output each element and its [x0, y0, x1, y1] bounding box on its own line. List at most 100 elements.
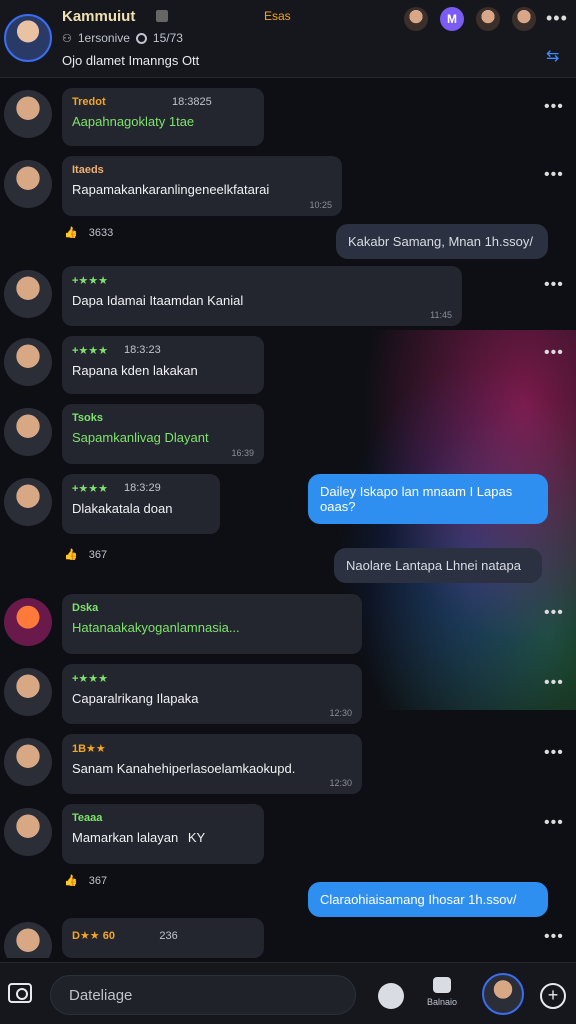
message-time: 18:3:23 [124, 344, 161, 356]
message-item[interactable]: Tredot 18:3825 Aapahnagoklaty 1tae ••• [0, 86, 576, 148]
sender-name[interactable]: +★★★ [72, 344, 254, 357]
sender-name[interactable]: Teaaa [72, 812, 254, 824]
thumbs-up-icon[interactable]: 👍 [64, 227, 78, 239]
sender-name[interactable]: 1B★★ [72, 742, 352, 755]
outgoing-message[interactable]: Naolare Lantapa Lhnei natapa [334, 548, 542, 583]
member-avatar[interactable] [476, 7, 500, 31]
message-options-icon[interactable]: ••• [544, 604, 564, 622]
message-bubble[interactable]: +★★★ Dapa Idamai Itaamdan Kanial 11:45 [62, 266, 462, 326]
sender-name[interactable]: Dska [72, 602, 352, 614]
message-item[interactable]: +★★★ Dapa Idamai Itaamdan Kanial 11:45 •… [0, 266, 576, 328]
message-bubble[interactable]: Tredot 18:3825 Aapahnagoklaty 1tae [62, 88, 264, 146]
add-icon[interactable]: + [540, 983, 566, 1009]
message-options-icon[interactable]: ••• [544, 814, 564, 832]
outgoing-message[interactable]: Kakabr Samang, Mnan 1h.ssoy/ [336, 224, 548, 259]
message-options-icon[interactable]: ••• [544, 344, 564, 362]
user-avatar[interactable] [4, 270, 52, 318]
reaction-bar[interactable]: 👍 3633 [64, 226, 113, 239]
reaction-bar[interactable]: 👍 367 [64, 548, 107, 561]
message-bubble[interactable]: Tsoks Sapamkanlivag Dlayant 16:39 [62, 404, 264, 464]
sender-name[interactable]: D★★ 60 [72, 930, 115, 942]
sender-name[interactable]: +★★★ [72, 274, 452, 287]
message-options-icon[interactable]: ••• [544, 744, 564, 762]
message-emoji-text: KY [187, 830, 206, 845]
message-item[interactable]: D★★ 60 236 ••• [0, 918, 576, 958]
message-time: 18:3:29 [124, 482, 161, 494]
message-bubble[interactable]: +★★★ 18:3:23 Rapana kden lakakan [62, 336, 264, 394]
thumbs-up-icon[interactable]: 👍 [64, 549, 78, 561]
filter-icon[interactable]: ⇆ [546, 46, 559, 66]
member-avatar[interactable] [512, 7, 536, 31]
group-avatar[interactable] [4, 14, 52, 62]
user-avatar[interactable] [4, 738, 52, 786]
message-stamp: 12:30 [329, 778, 352, 788]
message-text: Dapa Idamai Itaamdan Kanial [72, 293, 244, 308]
message-bubble[interactable]: +★★★ Caparalrikang Ilapaka 12:30 [62, 664, 362, 724]
message-time: 18:3825 [172, 96, 212, 108]
reaction-bar[interactable]: 👍 367 [64, 874, 107, 887]
user-avatar[interactable] [4, 808, 52, 856]
message-input[interactable]: Dateliage [50, 975, 356, 1015]
group-description: Ojo dlamet Imanngs Ott [62, 53, 200, 68]
sender-name[interactable]: Itaeds [72, 164, 332, 176]
group-subtitle: ⚇ 1ersonive 15/73 [62, 31, 183, 45]
message-text: Dlakakatala doan [72, 501, 173, 516]
user-avatar[interactable] [4, 408, 52, 456]
message-item[interactable]: Teaaa Mamarkan lalayan KY ••• [0, 804, 576, 866]
user-avatar[interactable] [4, 338, 52, 386]
more-options-icon[interactable]: ••• [546, 8, 568, 29]
message-bubble[interactable]: Itaeds Rapamakankaranlingeneelkfatarai 1… [62, 156, 342, 216]
reaction-count: 367 [88, 875, 108, 887]
members-count: 15/73 [152, 31, 183, 45]
message-bubble[interactable]: D★★ 60 236 [62, 918, 264, 958]
thumbs-up-icon[interactable]: 👍 [64, 875, 78, 887]
emoji-icon[interactable] [378, 983, 404, 1009]
message-bubble[interactable]: Teaaa Mamarkan lalayan KY [62, 804, 264, 864]
message-stamp: 10:25 [309, 200, 332, 210]
outgoing-message[interactable]: Claraohiaisamang Ihosar 1h.ssov/ [308, 882, 548, 917]
message-options-icon[interactable]: ••• [544, 674, 564, 692]
message-bubble[interactable]: 1B★★ Sanam Kanahehiperlasoelamkaokupd. 1… [62, 734, 362, 794]
user-avatar[interactable] [4, 478, 52, 526]
composer-bar: Dateliage Balnaio + [0, 962, 576, 1024]
chat-header: Kammuiut Esas ⚇ 1ersonive 15/73 Ojo dlam… [0, 0, 576, 78]
user-avatar[interactable] [4, 668, 52, 716]
user-avatar[interactable] [4, 90, 52, 138]
member-avatar[interactable] [404, 7, 428, 31]
message-options-icon[interactable]: ••• [544, 928, 564, 946]
sender-name[interactable]: Tsoks [72, 412, 254, 424]
message-item[interactable]: 1B★★ Sanam Kanahehiperlasoelamkaokupd. 1… [0, 734, 576, 796]
members-label: 1ersonive [77, 31, 130, 45]
message-text-body: Mamarkan lalayan [72, 830, 179, 845]
online-icon [135, 32, 147, 44]
member-avatars[interactable]: M [404, 7, 536, 31]
sender-name[interactable]: Tredot [72, 96, 254, 108]
message-item[interactable]: Dska Hatanaakakyoganlamnasia... ••• [0, 594, 576, 656]
message-stamp: 16:39 [231, 448, 254, 458]
message-item[interactable]: +★★★ 18:3:23 Rapana kden lakakan ••• [0, 336, 576, 396]
sender-name[interactable]: +★★★ [72, 672, 352, 685]
message-item[interactable]: Itaeds Rapamakankaranlingeneelkfatarai 1… [0, 156, 576, 218]
message-text: Sanam Kanahehiperlasoelamkaokupd. [72, 761, 296, 776]
my-avatar[interactable] [482, 973, 524, 1015]
user-avatar[interactable] [4, 160, 52, 208]
member-avatar-m-icon[interactable]: M [440, 7, 464, 31]
message-bubble[interactable]: Dska Hatanaakakyoganlamnasia... [62, 594, 362, 654]
message-options-icon[interactable]: ••• [544, 166, 564, 184]
message-options-icon[interactable]: ••• [544, 276, 564, 294]
message-bubble[interactable]: +★★★ 18:3:29 Dlakakatala doan [62, 474, 220, 534]
user-avatar[interactable] [4, 922, 52, 958]
user-avatar[interactable] [4, 598, 52, 646]
message-item[interactable]: +★★★ Caparalrikang Ilapaka 12:30 ••• [0, 664, 576, 726]
group-title[interactable]: Kammuiut [62, 8, 135, 25]
message-stamp: 12:30 [329, 708, 352, 718]
members-icon: ⚇ [62, 32, 72, 45]
sticker-label: Balnaio [426, 997, 458, 1007]
group-tag: Esas [264, 9, 291, 23]
sticker-button[interactable]: Balnaio [424, 977, 460, 1007]
message-options-icon[interactable]: ••• [544, 98, 564, 116]
camera-icon[interactable] [8, 983, 32, 1003]
message-item[interactable]: Tsoks Sapamkanlivag Dlayant 16:39 [0, 404, 576, 466]
outgoing-message[interactable]: Dailey Iskapo lan mnaam I Lapas oaas? [308, 474, 548, 524]
message-text: Hatanaakakyoganlamnasia... [72, 620, 240, 635]
